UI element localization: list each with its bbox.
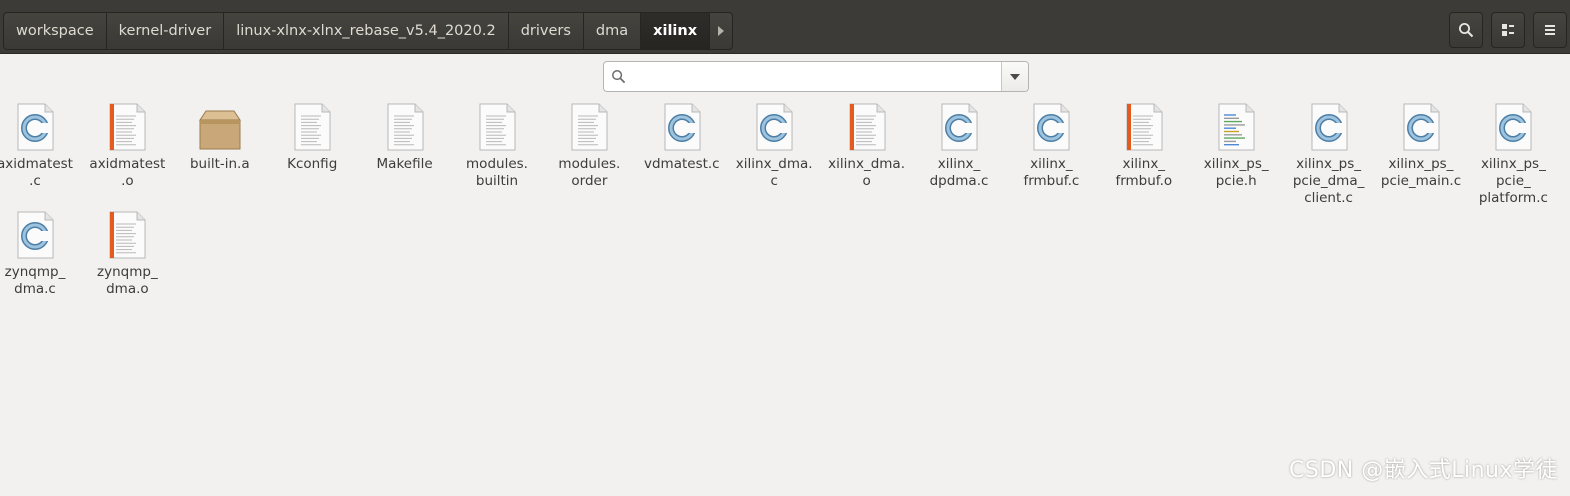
file-name-label: built-in.a bbox=[189, 156, 250, 172]
o-file-icon bbox=[103, 100, 151, 152]
file-name-label: xilinx_ps_ pcie_ platform.c bbox=[1478, 156, 1548, 206]
file-name-label: xilinx_ frmbuf.o bbox=[1115, 156, 1173, 189]
file-item[interactable]: modules. builtin bbox=[452, 100, 542, 190]
search-input[interactable] bbox=[604, 62, 1001, 91]
file-item[interactable]: xilinx_ps_ pcie.h bbox=[1191, 100, 1281, 190]
file-name-label: axidmatest .o bbox=[89, 156, 166, 189]
c-file-icon bbox=[11, 100, 59, 152]
file-item[interactable]: axidmatest .o bbox=[82, 100, 172, 190]
c-file-icon bbox=[1305, 100, 1353, 152]
view-options-button[interactable] bbox=[1491, 12, 1525, 48]
o-file-icon bbox=[103, 208, 151, 260]
file-name-label: xilinx_dma. o bbox=[828, 156, 905, 189]
file-name-label: xilinx_ps_ pcie.h bbox=[1203, 156, 1269, 189]
search-button[interactable] bbox=[1449, 12, 1483, 48]
main-menu-button[interactable] bbox=[1533, 12, 1567, 48]
text-file-icon bbox=[288, 100, 336, 152]
chevron-right-icon bbox=[718, 26, 725, 36]
file-name-label: zynqmp_ dma.o bbox=[97, 264, 158, 297]
file-name-label: xilinx_ frmbuf.c bbox=[1023, 156, 1080, 189]
file-item[interactable]: zynqmp_ dma.o bbox=[82, 208, 172, 298]
h-file-icon bbox=[1212, 100, 1260, 152]
file-item[interactable]: xilinx_ps_ pcie_ platform.c bbox=[1468, 100, 1558, 207]
file-item[interactable]: xilinx_dma. c bbox=[729, 100, 819, 190]
text-file-icon bbox=[381, 100, 429, 152]
c-file-icon bbox=[1027, 100, 1075, 152]
file-name-label: zynqmp_ dma.c bbox=[4, 264, 66, 297]
c-file-icon bbox=[750, 100, 798, 152]
file-item[interactable]: xilinx_ dpdma.c bbox=[914, 100, 1004, 190]
watermark-text: CSDN @嵌入式Linux学徒 bbox=[1289, 458, 1558, 483]
breadcrumb-next-button[interactable] bbox=[709, 12, 734, 50]
c-file-icon bbox=[11, 208, 59, 260]
file-name-label: xilinx_dma. c bbox=[735, 156, 813, 189]
search-icon bbox=[1459, 23, 1474, 38]
file-item[interactable]: built-in.a bbox=[175, 100, 265, 173]
file-item[interactable]: modules. order bbox=[544, 100, 634, 190]
list-view-icon bbox=[1502, 24, 1514, 36]
c-file-icon bbox=[1489, 100, 1537, 152]
file-name-label: modules. builtin bbox=[466, 156, 528, 189]
file-name-label: Kconfig bbox=[287, 156, 338, 172]
archive-icon bbox=[196, 100, 244, 152]
c-file-icon bbox=[935, 100, 983, 152]
breadcrumb: workspace kernel-driver linux-xlnx-xlnx_re… bbox=[3, 12, 734, 50]
file-item[interactable]: zynqmp_ dma.c bbox=[0, 208, 80, 298]
chevron-down-icon bbox=[1010, 73, 1020, 80]
hamburger-menu-icon bbox=[1545, 25, 1555, 35]
file-name-label: xilinx_ps_ pcie_main.c bbox=[1380, 156, 1462, 189]
file-name-label: xilinx_ dpdma.c bbox=[929, 156, 989, 189]
file-name-label: modules. order bbox=[558, 156, 621, 189]
header-bar: workspace kernel-driver linux-xlnx-xlnx_re… bbox=[0, 0, 1570, 54]
search-options-dropdown[interactable] bbox=[1001, 62, 1028, 91]
file-item[interactable]: xilinx_ frmbuf.c bbox=[1006, 100, 1096, 190]
breadcrumb-item[interactable]: kernel-driver bbox=[105, 12, 225, 50]
file-item[interactable]: xilinx_dma. o bbox=[822, 100, 912, 190]
breadcrumb-item[interactable]: workspace bbox=[3, 12, 107, 50]
file-name-label: Makefile bbox=[376, 156, 433, 172]
text-file-icon bbox=[473, 100, 521, 152]
file-name-label: xilinx_ps_ pcie_dma_ client.c bbox=[1292, 156, 1365, 206]
file-item[interactable]: Makefile bbox=[360, 100, 450, 173]
file-item[interactable]: vdmatest.c bbox=[637, 100, 727, 173]
breadcrumb-item[interactable]: xilinx bbox=[640, 12, 711, 50]
breadcrumb-item[interactable]: drivers bbox=[507, 12, 584, 50]
text-file-icon bbox=[565, 100, 613, 152]
file-item[interactable]: xilinx_ps_ pcie_dma_ client.c bbox=[1284, 100, 1374, 207]
search-box bbox=[603, 61, 1029, 92]
file-item[interactable]: Kconfig bbox=[267, 100, 357, 173]
c-file-icon bbox=[1397, 100, 1445, 152]
file-item[interactable]: xilinx_ps_ pcie_main.c bbox=[1376, 100, 1466, 190]
breadcrumb-item[interactable]: linux-xlnx-xlnx_rebase_v5.4_2020.2 bbox=[223, 12, 509, 50]
file-name-label: axidmatest .c bbox=[0, 156, 73, 189]
c-file-icon bbox=[658, 100, 706, 152]
breadcrumb-item[interactable]: dma bbox=[582, 12, 642, 50]
file-name-label: vdmatest.c bbox=[643, 156, 720, 172]
o-file-icon bbox=[843, 100, 891, 152]
file-item[interactable]: axidmatest .c bbox=[0, 100, 80, 190]
file-item[interactable]: xilinx_ frmbuf.o bbox=[1099, 100, 1189, 190]
o-file-icon bbox=[1120, 100, 1168, 152]
search-icon bbox=[612, 70, 626, 84]
